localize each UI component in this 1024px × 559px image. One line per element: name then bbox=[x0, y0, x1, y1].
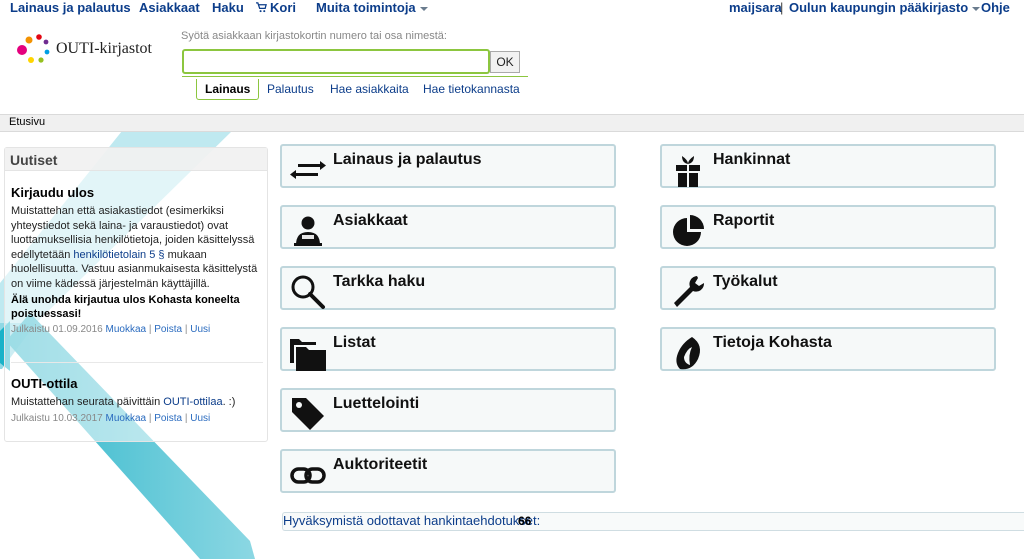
tab-search-patrons[interactable]: Hae asiakkaita bbox=[330, 79, 409, 99]
tile-reports[interactable]: Raportit bbox=[660, 205, 996, 249]
news-logout-reminder: Älä unohda kirjautua ulos Kohasta koneel… bbox=[11, 294, 240, 320]
tile-cataloging[interactable]: Luettelointi bbox=[280, 388, 616, 432]
pending-suggestions-link[interactable]: Hyväksymistä odottavat hankintaehdotukse… bbox=[283, 513, 540, 528]
news-title: Uutiset bbox=[10, 152, 58, 168]
news-new-link[interactable]: Uusi bbox=[190, 413, 210, 424]
news-meta: Julkaistu 01.09.2016 Muokkaa | Poista | … bbox=[11, 324, 211, 335]
tile-tools[interactable]: Työkalut bbox=[660, 266, 996, 310]
exchange-arrows-icon bbox=[290, 161, 326, 179]
koha-logo-icon bbox=[676, 337, 700, 370]
chevron-down-icon bbox=[972, 6, 981, 11]
nav-other-label: Muita toimintoja bbox=[316, 0, 416, 15]
tile-acquisitions[interactable]: Hankinnat bbox=[660, 144, 996, 188]
tab-lending[interactable]: Lainaus bbox=[196, 79, 260, 100]
cart-icon bbox=[256, 2, 267, 13]
pie-chart-icon bbox=[673, 215, 704, 246]
tile-customers-label: Asiakkaat bbox=[333, 212, 408, 229]
nav-library-dropdown[interactable]: Oulun kaupungin pääkirjasto bbox=[789, 0, 981, 16]
news-edit-link[interactable]: Muokkaa bbox=[106, 324, 147, 335]
tile-reports-label: Raportit bbox=[713, 212, 775, 229]
tile-authorities-label: Auktoriteetit bbox=[333, 456, 428, 473]
tile-lending[interactable]: Lainaus ja palautus bbox=[280, 144, 616, 188]
pending-suggestions-count: 66 bbox=[518, 514, 532, 528]
nav-lending-link[interactable]: Lainaus ja palautus bbox=[10, 0, 131, 16]
outi-logo-icon bbox=[17, 34, 50, 63]
link-icon bbox=[290, 467, 326, 484]
news-meta: Julkaistu 10.03.2017 Muokkaa | Poista | … bbox=[11, 412, 211, 424]
pending-suggestions-bar: Hyväksymistä odottavat hankintaehdotukse… bbox=[282, 512, 1024, 531]
patron-search-input[interactable] bbox=[182, 49, 490, 74]
news-heading: OUTI-ottila bbox=[11, 376, 78, 391]
wrench-icon bbox=[674, 276, 705, 307]
news-delete-link[interactable]: Poista bbox=[154, 324, 182, 335]
news-heading: Kirjaudu ulos bbox=[11, 185, 95, 200]
news-panel: Uutiset Kirjaudu ulos Muistattehan että … bbox=[4, 147, 268, 442]
tag-icon bbox=[292, 398, 324, 430]
news-published: Julkaistu 01.09.2016 bbox=[11, 324, 103, 335]
nav-cart-label: Kori bbox=[270, 0, 296, 15]
nav-separator: | bbox=[780, 0, 784, 15]
tile-about-koha[interactable]: Tietoja Kohasta bbox=[660, 327, 996, 371]
nav-library-label: Oulun kaupungin pääkirjasto bbox=[789, 0, 969, 15]
tab-search-catalog[interactable]: Hae tietokannasta bbox=[423, 79, 520, 99]
tile-lending-label: Lainaus ja palautus bbox=[333, 151, 482, 168]
news-item: Kirjaudu ulos Muistattehan että asiakast… bbox=[11, 185, 261, 335]
news-body: Muistattehan että asiakastiedot (esimerk… bbox=[11, 205, 258, 290]
breadcrumb-home[interactable]: Etusivu bbox=[9, 116, 45, 128]
tile-customers[interactable]: Asiakkaat bbox=[280, 205, 616, 249]
news-item: OUTI-ottila Muistattehan seurata päivitt… bbox=[11, 376, 261, 424]
magnifier-icon bbox=[291, 275, 325, 309]
nav-help-link[interactable]: Ohje bbox=[981, 0, 1010, 16]
search-label: Syötä asiakkaan kirjastokortin numero ta… bbox=[181, 30, 447, 42]
news-header: Uutiset bbox=[5, 148, 267, 171]
chevron-down-icon bbox=[419, 6, 428, 11]
folders-icon bbox=[290, 339, 326, 371]
nav-other-dropdown[interactable]: Muita toimintoja bbox=[316, 0, 428, 16]
tile-cataloging-label: Luettelointi bbox=[333, 395, 420, 412]
news-divider bbox=[11, 362, 263, 363]
tab-return[interactable]: Palautus bbox=[267, 79, 314, 99]
logo-text: OUTI-kirjastot bbox=[56, 40, 152, 57]
news-edit-link[interactable]: Muokkaa bbox=[106, 413, 147, 424]
tab-divider bbox=[182, 76, 528, 77]
breadcrumb: Etusivu bbox=[0, 114, 1024, 132]
tile-acquisitions-label: Hankinnat bbox=[713, 151, 791, 168]
tile-about-koha-label: Tietoja Kohasta bbox=[713, 334, 832, 351]
news-published: Julkaistu 10.03.2017 bbox=[11, 412, 103, 424]
tile-advanced-search-label: Tarkka haku bbox=[333, 273, 426, 290]
news-delete-link[interactable]: Poista bbox=[154, 413, 182, 424]
nav-customers-link[interactable]: Asiakkaat bbox=[139, 0, 200, 16]
tile-authorities[interactable]: Auktoriteetit bbox=[280, 449, 616, 493]
gift-icon bbox=[676, 156, 700, 187]
news-body: Muistattehan seurata päivittäin OUTI-ott… bbox=[11, 396, 236, 408]
tile-lists[interactable]: Listat bbox=[280, 327, 616, 371]
ok-button[interactable]: OK bbox=[490, 51, 520, 73]
nav-user-link[interactable]: maijsara bbox=[729, 0, 782, 16]
tile-lists-label: Listat bbox=[333, 334, 376, 351]
news-new-link[interactable]: Uusi bbox=[190, 324, 210, 335]
nav-search-link[interactable]: Haku bbox=[212, 0, 244, 16]
top-navbar: Lainaus ja palautus Asiakkaat Haku Kori … bbox=[0, 0, 1024, 18]
user-icon bbox=[294, 216, 322, 246]
tile-advanced-search[interactable]: Tarkka haku bbox=[280, 266, 616, 310]
nav-cart-link[interactable]: Kori bbox=[256, 0, 296, 16]
news-link[interactable]: OUTI-ottilaa bbox=[163, 396, 222, 408]
tile-tools-label: Työkalut bbox=[713, 273, 778, 290]
news-link[interactable]: henkilötietolain 5 § bbox=[73, 249, 164, 261]
